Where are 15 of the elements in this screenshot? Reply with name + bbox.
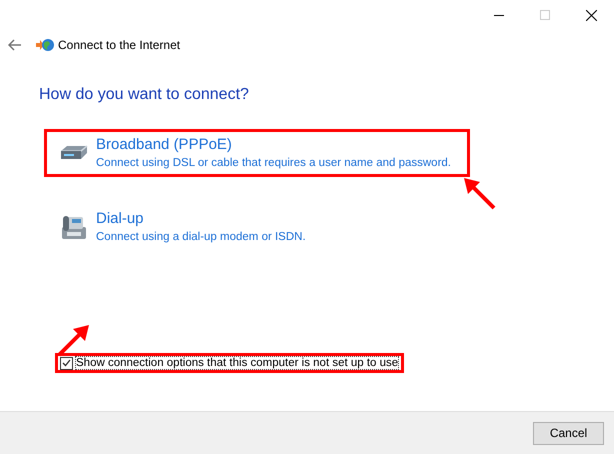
connection-option[interactable]: Broadband (PPPoE) Connect using DSL or cable that requires a user name and password. xyxy=(44,129,470,177)
check-icon xyxy=(62,359,71,367)
connection-option[interactable]: Dial-up Connect using a dial-up modem or ISDN. xyxy=(44,203,325,251)
checkbox[interactable] xyxy=(60,356,73,370)
window-title: Connect to the Internet xyxy=(58,37,180,54)
cancel-button[interactable]: Cancel xyxy=(533,422,604,444)
option-description: Connect using a dial-up modem or ISDN. xyxy=(96,230,306,245)
option-title: Broadband (PPPoE) xyxy=(96,135,233,155)
globe-icon xyxy=(36,38,54,52)
option-description: Connect using DSL or cable that requires a user name and password. xyxy=(96,156,451,171)
pointer-arrow xyxy=(462,176,496,210)
checkbox-label[interactable]: Show connection options that this computer is not set up to use xyxy=(75,356,400,370)
back-arrow-icon[interactable] xyxy=(8,39,22,51)
option-title: Dial-up xyxy=(96,209,145,229)
page-heading: How do you want to connect? xyxy=(39,85,249,105)
